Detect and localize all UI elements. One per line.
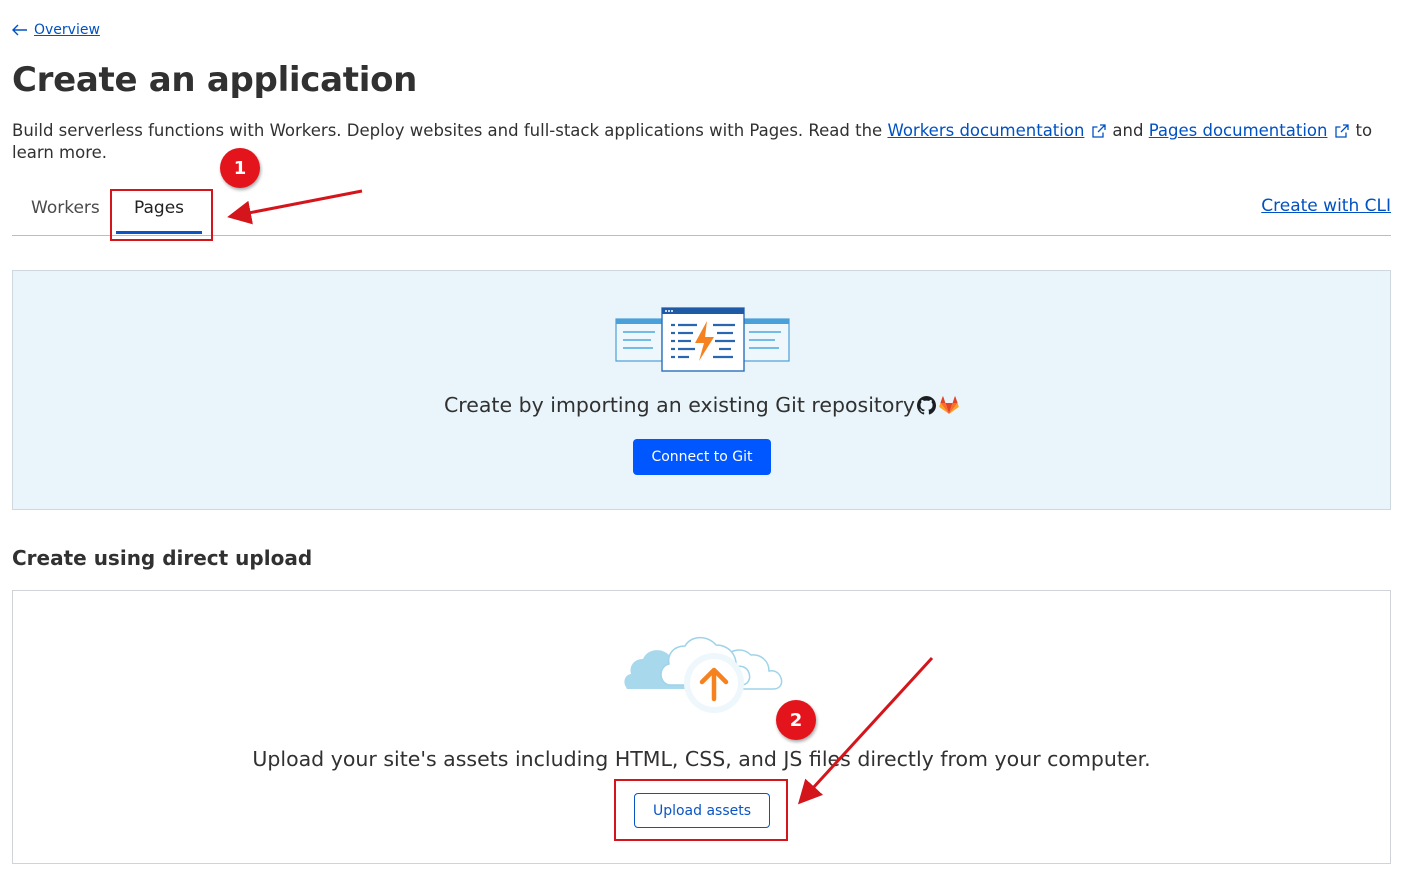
github-icon: [917, 396, 937, 415]
arrow-left-icon: [12, 24, 27, 36]
git-import-text-row: Create by importing an existing Git repo…: [13, 393, 1390, 417]
cloud-upload-illustration: [624, 636, 783, 713]
create-with-cli-link[interactable]: Create with CLI: [1261, 196, 1391, 216]
annotation-highlight-pages-tab: [110, 189, 213, 241]
git-import-text: Create by importing an existing Git repo…: [443, 393, 916, 417]
intro-text: Build serverless functions with Workers.…: [12, 121, 883, 140]
and-text: and: [1112, 121, 1144, 140]
direct-upload-text: Upload your site's assets including HTML…: [252, 747, 1151, 771]
annotation-badge-2: 2: [776, 700, 816, 740]
gitlab-icon: [939, 396, 959, 414]
connect-to-git-button[interactable]: Connect to Git: [633, 439, 771, 475]
git-import-card: Create by importing an existing Git repo…: [12, 270, 1391, 510]
workers-documentation-link[interactable]: Workers documentation: [887, 121, 1084, 140]
tab-bar: Workers Pages Create with CLI: [12, 190, 1391, 236]
back-link-label: Overview: [34, 22, 100, 38]
workers-pages-illustration: [615, 307, 790, 372]
back-link-overview[interactable]: Overview: [12, 22, 100, 38]
intro-paragraph: Build serverless functions with Workers.…: [12, 120, 1392, 164]
tab-workers[interactable]: Workers: [31, 198, 100, 218]
external-link-icon: [1092, 124, 1107, 138]
annotation-badge-1: 1: [220, 148, 260, 188]
annotation-highlight-upload-button: [614, 779, 788, 841]
direct-upload-heading: Create using direct upload: [12, 546, 313, 570]
external-link-icon: [1335, 124, 1350, 138]
pages-documentation-link[interactable]: Pages documentation: [1149, 121, 1328, 140]
page-title: Create an application: [12, 60, 418, 100]
